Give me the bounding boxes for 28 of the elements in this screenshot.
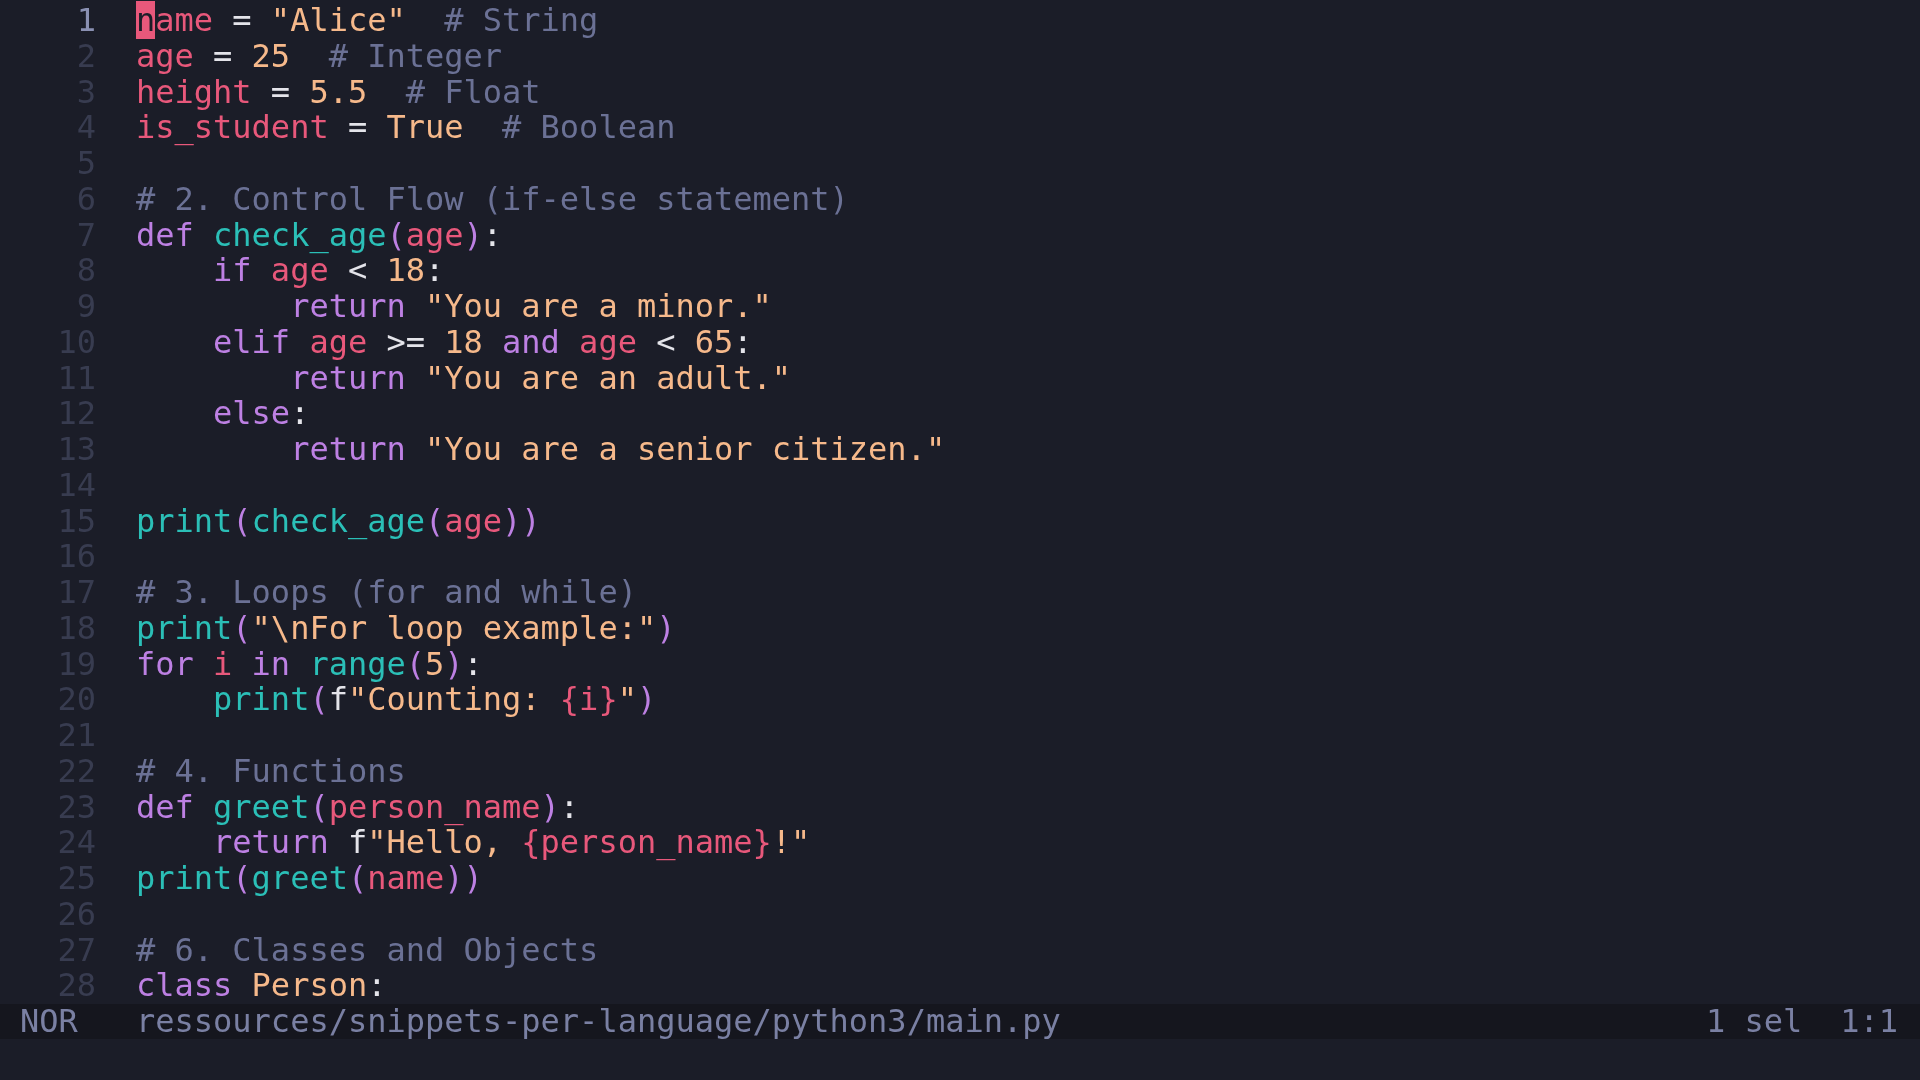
code-line: def greet(person_name): [136, 789, 580, 826]
selection-count: 1 sel [1705, 1004, 1803, 1039]
code-line: print(check_age(age)) [136, 503, 541, 540]
line-number: 1 [75, 3, 96, 39]
code-line: class Person: [136, 968, 387, 1004]
code-line: return "You are a senior citizen." [289, 432, 946, 468]
code-line: return "You are a minor." [290, 289, 772, 325]
code-line: is_student = True # Boolean [136, 110, 676, 146]
code-line: age = 25 # Integer [136, 38, 503, 75]
code-line: elif age >= 18 and age < 65: [212, 324, 753, 361]
code-line: def check_age(age): [136, 217, 503, 254]
code-line: print(f"Counting: {i}") [212, 682, 657, 718]
code-line: # 6. Classes and Objects [136, 932, 599, 969]
code-line: print(greet(name)) [136, 861, 483, 897]
code-line: return f"Hello, {person_name}!" [212, 825, 811, 861]
code-line: print("\nFor loop example:") [136, 610, 676, 647]
mode-indicator: NOR [20, 1004, 79, 1039]
code-line: name = "Alice" # String [136, 3, 599, 39]
code-line: if age < 18: [212, 253, 445, 289]
code-line: # 3. Loops (for and while) [136, 575, 637, 611]
code-line: else: [212, 396, 310, 432]
cursor-position: 1:1 [1840, 1004, 1898, 1039]
file-path: ressources/snippets-per-language/python3/main.py [136, 1004, 1061, 1039]
code-line: # 2. Control Flow (if-else statement) [136, 181, 849, 218]
code-line: height = 5.5 # Float [136, 74, 541, 111]
code-line: # 4. Functions [136, 753, 406, 790]
code-line: for i in range(5): [136, 646, 483, 683]
code-line: return "You are an adult." [289, 360, 792, 397]
